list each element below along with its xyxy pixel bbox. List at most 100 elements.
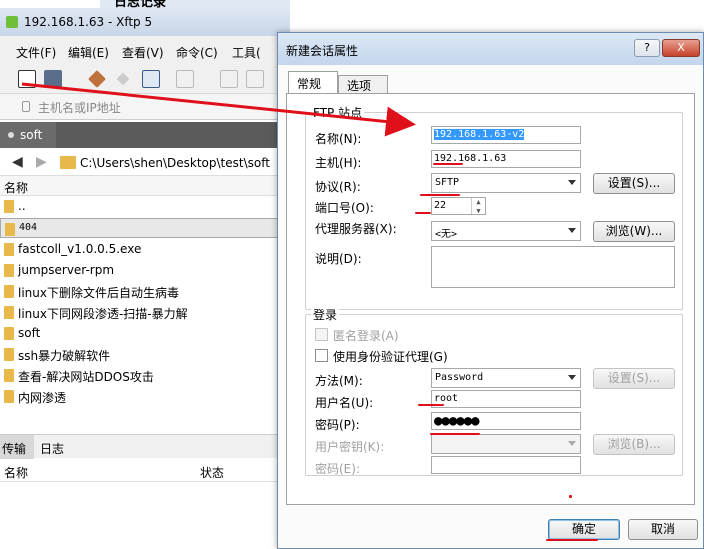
folder-icon xyxy=(60,156,76,169)
back-arrow-icon[interactable]: ◀ xyxy=(12,154,23,170)
folder-icon xyxy=(4,264,14,277)
port-value: 22 xyxy=(434,200,447,211)
annotation-underline xyxy=(430,433,480,435)
play-icon[interactable] xyxy=(176,70,194,88)
window-title: 192.168.1.63 - Xftp 5 xyxy=(24,15,153,29)
folder-icon xyxy=(4,243,14,256)
file-name: ssh暴力破解软件 xyxy=(18,349,111,363)
tab-log[interactable]: 日志 xyxy=(40,440,64,457)
port-label: 端口号(O): xyxy=(315,201,374,215)
method-settings-button[interactable]: 设置(S)... xyxy=(593,368,675,389)
list-item[interactable]: linux下同网段渗透-扫描-暴力解 xyxy=(0,302,290,323)
col-xfer-status[interactable]: 状态 xyxy=(200,464,224,481)
file-list-header: 名称 xyxy=(0,176,290,196)
col-xfer-name[interactable]: 名称 xyxy=(4,464,28,481)
name-input[interactable]: 192.168.1.63-v2 xyxy=(431,126,581,144)
host-label: 主机(H): xyxy=(315,156,362,170)
list-item[interactable]: 查看-解决网站DDOS攻击 xyxy=(0,365,290,386)
col-name[interactable]: 名称 xyxy=(4,179,28,196)
menu-edit[interactable]: 编辑(E) xyxy=(68,44,109,61)
annotation-dot xyxy=(569,495,572,498)
userkey-label: 用户密钥(K): xyxy=(315,440,385,454)
transfer-tabbar: 传输 日志 xyxy=(0,434,290,459)
xftp-logo-icon xyxy=(6,16,18,28)
dialog-title: 新建会话属性 xyxy=(286,44,359,58)
open-folder-icon[interactable] xyxy=(44,70,62,88)
forward-arrow-icon[interactable]: ▶ xyxy=(36,154,47,170)
userkey-select[interactable] xyxy=(431,434,581,454)
list-item[interactable]: 内网渗透 xyxy=(0,386,290,407)
file-name: linux下删除文件后自动生病毒 xyxy=(18,286,179,300)
host-input[interactable]: 192.168.1.63 xyxy=(431,150,581,168)
menu-view[interactable]: 查看(V) xyxy=(122,44,164,61)
userkey-browse-button[interactable]: 浏览(B)... xyxy=(593,434,675,455)
anonymous-checkbox[interactable] xyxy=(315,328,328,341)
passphrase-input[interactable] xyxy=(431,456,581,474)
protocol-settings-button[interactable]: 设置(S)... xyxy=(593,173,675,194)
annotation-underline xyxy=(546,539,598,541)
chevron-down-icon xyxy=(568,441,576,446)
address-input[interactable]: 主机名或IP地址 xyxy=(38,99,121,116)
port-spinner[interactable]: ▲ ▼ xyxy=(471,198,485,214)
session-tab-label: soft xyxy=(20,128,43,142)
path-input[interactable]: C:\Users\shen\Desktop\test\soft xyxy=(80,156,270,170)
folder-icon xyxy=(4,390,14,403)
list-item[interactable]: 404 xyxy=(0,218,290,238)
auth-agent-checkbox[interactable] xyxy=(315,349,328,362)
annotation-underline xyxy=(433,163,463,165)
folder-icon xyxy=(4,306,14,319)
port-input[interactable]: 22 ▲ ▼ xyxy=(431,197,486,215)
file-name: .. xyxy=(18,199,26,213)
protocol-value: SFTP xyxy=(435,177,460,188)
tab-body: FTP 站点 名称(N): 192.168.1.63-v2 主机(H): 192… xyxy=(286,93,695,505)
ok-button[interactable]: 确定 xyxy=(548,519,620,540)
username-input[interactable]: root xyxy=(431,390,581,408)
doc-icon[interactable] xyxy=(220,70,238,88)
cancel-button[interactable]: 取消 xyxy=(628,519,698,540)
spin-up-icon[interactable]: ▲ xyxy=(472,198,485,207)
top-fragment: 日志记录 xyxy=(100,0,290,10)
chevron-down-icon xyxy=(568,180,576,185)
close-button[interactable]: X xyxy=(662,39,700,57)
description-input[interactable] xyxy=(431,246,675,288)
tab-options[interactable]: 选项 xyxy=(338,75,388,93)
proxy-select[interactable]: <无> xyxy=(431,221,581,241)
disconnect-icon[interactable] xyxy=(116,72,130,86)
auth-agent-label: 使用身份验证代理(G) xyxy=(333,350,448,364)
tab-transfer[interactable]: 传输 xyxy=(2,440,26,457)
properties-icon[interactable] xyxy=(142,70,160,88)
method-value: Password xyxy=(435,372,484,383)
menu-file[interactable]: 文件(F) xyxy=(16,44,56,61)
protocol-select[interactable]: SFTP xyxy=(431,173,581,193)
file-name: jumpserver-rpm xyxy=(18,263,115,277)
menu-command[interactable]: 命令(C) xyxy=(176,44,218,61)
help-button[interactable]: ? xyxy=(634,39,660,57)
session-tab-soft[interactable]: soft xyxy=(0,122,56,148)
list-item[interactable]: ssh暴力破解软件 xyxy=(0,344,290,365)
folder-icon xyxy=(4,348,14,361)
method-select[interactable]: Password xyxy=(431,368,581,388)
list-item[interactable]: soft xyxy=(0,323,290,344)
dialog-titlebar: 新建会话属性 ? X xyxy=(278,33,703,65)
menu-tools[interactable]: 工具( xyxy=(232,44,261,61)
desc-label: 说明(D): xyxy=(315,252,362,266)
password-input[interactable]: ●●●●●● xyxy=(431,412,581,430)
doc2-icon[interactable] xyxy=(246,70,264,88)
transfer-header: 名称 状态 xyxy=(0,460,290,482)
lock-icon xyxy=(22,101,30,112)
title-bar: 192.168.1.63 - Xftp 5 xyxy=(0,8,290,36)
folder-icon xyxy=(5,223,15,236)
menu-bar: 文件(F) 编辑(E) 查看(V) 命令(C) 工具( xyxy=(0,36,290,64)
chevron-down-icon xyxy=(568,375,576,380)
connect-pencil-icon[interactable] xyxy=(88,70,106,88)
new-session-icon[interactable] xyxy=(18,70,36,88)
proxy-browse-button[interactable]: 浏览(W)... xyxy=(593,221,675,242)
list-item[interactable]: .. xyxy=(0,196,290,217)
list-item[interactable]: fastcoll_v1.0.0.5.exe xyxy=(0,239,290,260)
address-bar: 主机名或IP地址 xyxy=(0,94,290,120)
spin-down-icon[interactable]: ▼ xyxy=(472,207,485,214)
file-name: 内网渗透 xyxy=(18,391,67,405)
list-item[interactable]: jumpserver-rpm xyxy=(0,260,290,281)
list-item[interactable]: linux下删除文件后自动生病毒 xyxy=(0,281,290,302)
tab-general[interactable]: 常规 xyxy=(288,71,338,95)
